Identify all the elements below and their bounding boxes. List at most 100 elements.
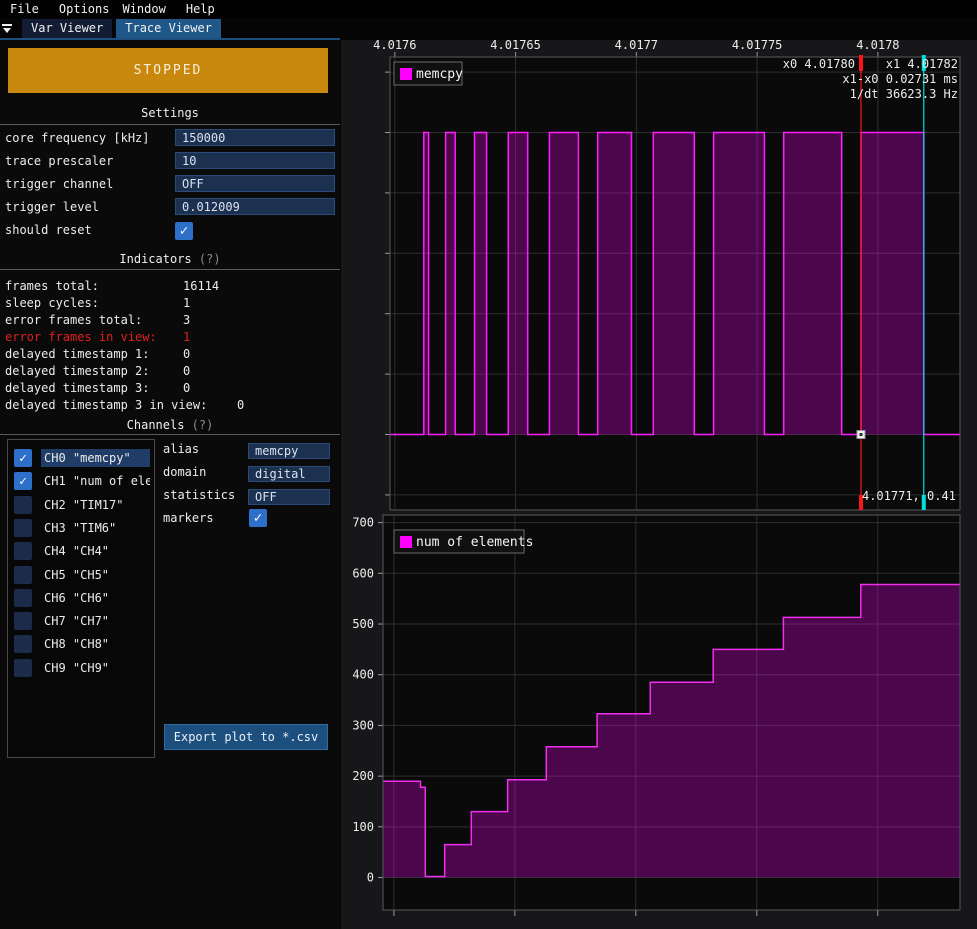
marker-freq-label: 1/dt 36623.3 Hz: [850, 87, 958, 101]
prop-input-domain[interactable]: digital: [248, 466, 330, 482]
prop-input-alias[interactable]: memcpy: [248, 443, 330, 459]
channel-label-8[interactable]: CH8 "CH8": [41, 635, 150, 653]
legend-label: memcpy: [416, 67, 463, 82]
channel-label-4[interactable]: CH4 "CH4": [41, 542, 150, 560]
channel-row-5: CH5 "CH5": [8, 564, 154, 586]
setting-input-core-frequency-khz[interactable]: 150000: [175, 129, 335, 146]
trace-viewer-window: File Options Window Help Var ViewerTrace Vi…: [0, 0, 977, 929]
channel-checkbox-4[interactable]: [14, 542, 32, 560]
menu-item-file[interactable]: File: [10, 2, 39, 16]
menu-bar: File Options Window Help: [0, 0, 977, 18]
num-elements-plot[interactable]: 0 100 200 300 400 500 600 700 num of elements: [341, 512, 977, 929]
signal-fill: [390, 133, 960, 435]
channel-row-3: CH3 "TIM6": [8, 517, 154, 539]
menu-item-help[interactable]: Help: [186, 2, 215, 16]
settings-section-title: Settings: [0, 106, 340, 120]
channel-row-7: CH7 "CH7": [8, 610, 154, 632]
channel-checkbox-2[interactable]: [14, 496, 32, 514]
indicator-value-frames-total: 16114: [183, 279, 219, 293]
channel-checkbox-0[interactable]: ✓: [14, 449, 32, 467]
indicator-label-error-frames-in-view: error frames in view:: [5, 330, 157, 344]
marker-x0-top-cap[interactable]: [859, 55, 863, 71]
indicator-value-error-frames-in-view: 1: [183, 330, 190, 344]
indicators-section-title: Indicators (?): [0, 252, 340, 266]
y-tick-label: 300: [352, 718, 374, 732]
legend-label: num of elements: [416, 535, 533, 550]
indicator-label-delayed-timestamp-3-in-view: delayed timestamp 3 in view:: [5, 398, 207, 412]
channel-row-1: ✓ CH1 "num of elements": [8, 470, 154, 492]
prop-checkbox-markers[interactable]: ✓: [249, 509, 267, 527]
marker-x1-label: x1 4.01782: [886, 57, 958, 71]
x-tick-label: 4.0176: [373, 40, 416, 52]
tab-trace-viewer[interactable]: Trace Viewer: [116, 19, 221, 38]
indicator-label-delayed-timestamp-3: delayed timestamp 3:: [5, 381, 150, 395]
setting-checkbox-should-reset[interactable]: ✓: [175, 222, 193, 240]
digital-trace-plot[interactable]: 4.01764.017654.01774.017754.0178x0 4.017…: [341, 40, 977, 512]
tab-bar: Var ViewerTrace Viewer: [0, 18, 340, 40]
setting-label-core-frequency-khz: core frequency [kHz]: [5, 131, 150, 145]
indicator-value-delayed-timestamp-2: 0: [183, 364, 190, 378]
control-sidebar: STOPPED Settings core frequency [kHz] 150…: [0, 40, 340, 929]
channel-label-1[interactable]: CH1 "num of elements": [41, 472, 150, 490]
x-tick-label: 4.01775: [732, 40, 783, 52]
y-tick-label: 0: [367, 871, 374, 885]
channel-row-9: CH9 "CH9": [8, 657, 154, 679]
stopped-status-button[interactable]: STOPPED: [8, 48, 328, 93]
indicator-label-delayed-timestamp-1: delayed timestamp 1:: [5, 347, 150, 361]
channel-label-7[interactable]: CH7 "CH7": [41, 612, 150, 630]
prop-label-statistics: statistics: [163, 488, 235, 502]
channel-label-9[interactable]: CH9 "CH9": [41, 659, 150, 677]
channel-checkbox-6[interactable]: [14, 589, 32, 607]
channel-label-3[interactable]: CH3 "TIM6": [41, 519, 150, 537]
x-tick-label: 4.0177: [615, 40, 658, 52]
indicator-label-frames-total: frames total:: [5, 279, 99, 293]
channel-checkbox-1[interactable]: ✓: [14, 472, 32, 490]
setting-label-trace-prescaler: trace prescaler: [5, 154, 113, 168]
channel-checkbox-7[interactable]: [14, 612, 32, 630]
collapse-panel-icon[interactable]: [2, 19, 20, 37]
channel-row-2: CH2 "TIM17": [8, 494, 154, 516]
tab-var-viewer[interactable]: Var Viewer: [22, 19, 112, 38]
channel-checkbox-8[interactable]: [14, 635, 32, 653]
y-tick-label: 400: [352, 668, 374, 682]
y-tick-label: 500: [352, 617, 374, 631]
setting-input-trace-prescaler[interactable]: 10: [175, 152, 335, 169]
prop-label-markers: markers: [163, 511, 214, 525]
indicators-help-icon[interactable]: (?): [199, 252, 221, 266]
legend-swatch: [400, 536, 412, 548]
channel-checkbox-5[interactable]: [14, 566, 32, 584]
indicator-value-delayed-timestamp-3-in-view: 0: [237, 398, 244, 412]
channel-checkbox-3[interactable]: [14, 519, 32, 537]
setting-input-trigger-level[interactable]: 0.012009: [175, 198, 335, 215]
setting-label-trigger-channel: trigger channel: [5, 177, 113, 191]
cursor-position-label: 4.01771, 0.41: [862, 489, 956, 503]
channels-help-icon[interactable]: (?): [192, 418, 214, 432]
indicator-label-error-frames-total: error frames total:: [5, 313, 142, 327]
setting-label-should-reset: should reset: [5, 223, 92, 237]
channel-row-6: CH6 "CH6": [8, 587, 154, 609]
channel-checkbox-9[interactable]: [14, 659, 32, 677]
y-tick-label: 700: [352, 516, 374, 530]
export-csv-button[interactable]: Export plot to *.csv: [164, 724, 328, 750]
setting-label-trigger-level: trigger level: [5, 200, 99, 214]
marker-x0-label: x0 4.01780: [783, 57, 855, 71]
channels-section-title: Channels (?): [0, 418, 340, 432]
setting-input-trigger-channel[interactable]: OFF: [175, 175, 335, 192]
settings-divider: [0, 124, 340, 125]
indicator-label-sleep-cycles: sleep cycles:: [5, 296, 99, 310]
prop-label-domain: domain: [163, 465, 206, 479]
channel-label-0[interactable]: CH0 "memcpy": [41, 449, 150, 467]
legend-swatch: [400, 68, 412, 80]
channel-label-2[interactable]: CH2 "TIM17": [41, 496, 150, 514]
channel-row-0: ✓ CH0 "memcpy": [8, 447, 154, 469]
plot-panel: 4.01764.017654.01774.017754.0178x0 4.017…: [341, 40, 977, 929]
y-tick-label: 600: [352, 566, 374, 580]
marker-delta-label: x1-x0 0.02731 ms: [842, 72, 958, 86]
channel-label-5[interactable]: CH5 "CH5": [41, 566, 150, 584]
channel-label-6[interactable]: CH6 "CH6": [41, 589, 150, 607]
prop-input-statistics[interactable]: OFF: [248, 489, 330, 505]
menu-item-options[interactable]: Options: [59, 2, 110, 16]
menu-item-window[interactable]: Window: [122, 2, 165, 16]
y-tick-label: 100: [352, 820, 374, 834]
y-tick-label: 200: [352, 769, 374, 783]
